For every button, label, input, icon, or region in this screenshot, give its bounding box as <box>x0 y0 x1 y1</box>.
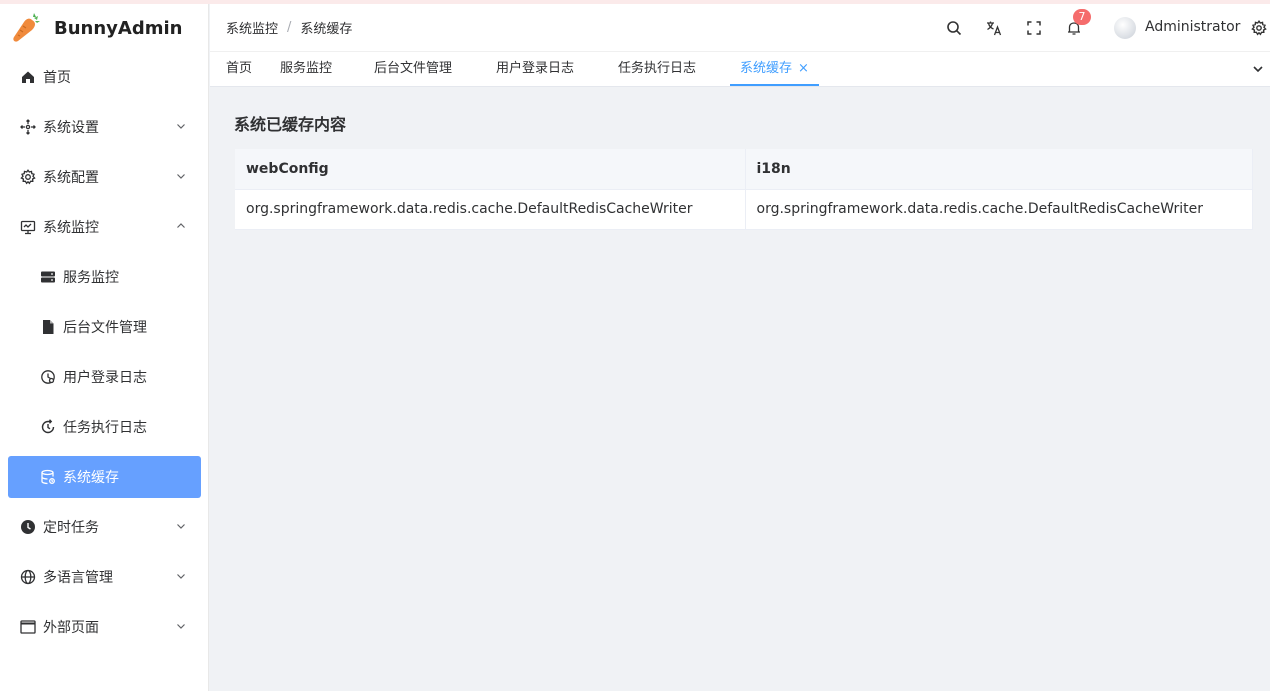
sidebar-item-label: 系统配置 <box>43 170 99 186</box>
sidebar-item-file-management[interactable]: 后台文件管理 <box>0 302 208 352</box>
table-header-cell: i18n <box>745 149 1253 190</box>
breadcrumb-separator: / <box>287 20 292 35</box>
gear-icon[interactable] <box>1250 19 1268 37</box>
breadcrumb: 系统监控 / 系统缓存 <box>210 18 352 37</box>
tab-home[interactable]: 首页 <box>226 52 252 86</box>
chevron-down-icon <box>177 574 185 579</box>
chevron-down-icon <box>177 524 185 529</box>
home-icon <box>20 69 36 85</box>
sidebar-item-label: 多语言管理 <box>43 570 113 586</box>
table-header-row: webConfig i18n <box>235 149 1253 190</box>
carrot-logo-icon <box>13 13 40 42</box>
table-header-cell: webConfig <box>235 149 746 190</box>
page-title: 系统已缓存内容 <box>234 115 347 134</box>
sidebar-item-label: 服务监控 <box>63 270 119 286</box>
sidebar-item-system-config[interactable]: 系统配置 <box>0 152 208 202</box>
notification-bell-icon[interactable]: 7 <box>1065 9 1091 37</box>
tabs-bar: 首页 服务监控 后台文件管理 用户登录日志 任务执行日志 系统缓存 × <box>210 52 1270 87</box>
globe-icon <box>20 569 36 585</box>
table-cell: org.springframework.data.redis.cache.Def… <box>235 189 746 230</box>
translate-icon[interactable] <box>985 19 1003 37</box>
search-icon[interactable] <box>945 19 963 37</box>
timer-icon <box>20 519 36 535</box>
table-cell: org.springframework.data.redis.cache.Def… <box>745 189 1253 230</box>
app-name: BunnyAdmin <box>54 17 183 39</box>
refresh-clock-icon <box>40 419 56 435</box>
sidebar-item-i18n-management[interactable]: 多语言管理 <box>0 552 208 602</box>
tab-service-monitor[interactable]: 服务监控 <box>280 52 332 86</box>
sidebar-item-label: 定时任务 <box>43 520 99 536</box>
chevron-down-icon <box>177 624 185 629</box>
sidebar-item-label: 系统监控 <box>43 220 99 236</box>
sidebar-item-label: 系统设置 <box>43 120 99 136</box>
chevron-down-icon <box>177 124 185 129</box>
sidebar: BunnyAdmin 首页 系统设置 系统配置 系统监控 服务监控 后台文件管理… <box>0 4 209 691</box>
sidebar-item-label: 外部页面 <box>43 620 99 636</box>
sidebar-item-task-log[interactable]: 任务执行日志 <box>0 402 208 452</box>
sidebar-item-label: 系统缓存 <box>63 470 119 486</box>
sidebar-item-system-monitor[interactable]: 系统监控 <box>0 202 208 252</box>
chevron-down-icon[interactable] <box>1252 63 1264 75</box>
avatar[interactable] <box>1114 17 1136 39</box>
chevron-up-icon <box>177 223 185 228</box>
breadcrumb-item[interactable]: 系统监控 <box>226 18 278 37</box>
sidebar-item-label: 后台文件管理 <box>63 320 147 336</box>
cache-table: webConfig i18n org.springframework.data.… <box>235 149 1253 230</box>
tab-label: 系统缓存 <box>740 61 793 76</box>
sidebar-item-home[interactable]: 首页 <box>0 52 208 102</box>
main-content: 系统已缓存内容 webConfig i18n org.springframewo… <box>210 87 1270 691</box>
sidebar-item-system-settings[interactable]: 系统设置 <box>0 102 208 152</box>
clock-icon <box>40 369 56 385</box>
chevron-down-icon <box>177 174 185 179</box>
sidebar-item-label: 任务执行日志 <box>63 420 147 436</box>
tab-file-management[interactable]: 后台文件管理 <box>374 52 452 86</box>
logo[interactable]: BunnyAdmin <box>0 4 208 52</box>
table-row: org.springframework.data.redis.cache.Def… <box>235 189 1253 230</box>
sidebar-item-scheduled-tasks[interactable]: 定时任务 <box>0 502 208 552</box>
tab-login-log[interactable]: 用户登录日志 <box>496 52 574 86</box>
sidebar-item-label: 用户登录日志 <box>63 370 147 386</box>
sidebar-item-login-log[interactable]: 用户登录日志 <box>0 352 208 402</box>
sidebar-item-service-monitor[interactable]: 服务监控 <box>0 252 208 302</box>
gear-icon <box>20 169 36 185</box>
top-header: 系统监控 / 系统缓存 7 Administrator <box>210 4 1270 52</box>
database-icon <box>40 469 56 485</box>
sidebar-item-label: 首页 <box>43 70 71 86</box>
notification-badge: 7 <box>1073 9 1091 25</box>
username[interactable]: Administrator <box>1145 19 1240 35</box>
server-icon <box>40 269 56 285</box>
file-icon <box>40 319 56 335</box>
monitor-icon <box>20 219 36 235</box>
sidebar-menu: 首页 系统设置 系统配置 系统监控 服务监控 后台文件管理 用户登录日志 任务执… <box>0 52 208 652</box>
settings-arrows-icon <box>20 119 36 135</box>
sidebar-item-external-pages[interactable]: 外部页面 <box>0 602 208 652</box>
window-icon <box>20 619 36 635</box>
tab-system-cache[interactable]: 系统缓存 × <box>730 52 819 86</box>
sidebar-item-system-cache[interactable]: 系统缓存 <box>8 456 201 498</box>
tab-task-log[interactable]: 任务执行日志 <box>618 52 696 86</box>
fullscreen-icon[interactable] <box>1025 19 1043 37</box>
breadcrumb-item-current: 系统缓存 <box>300 22 353 37</box>
close-icon[interactable]: × <box>798 61 809 76</box>
